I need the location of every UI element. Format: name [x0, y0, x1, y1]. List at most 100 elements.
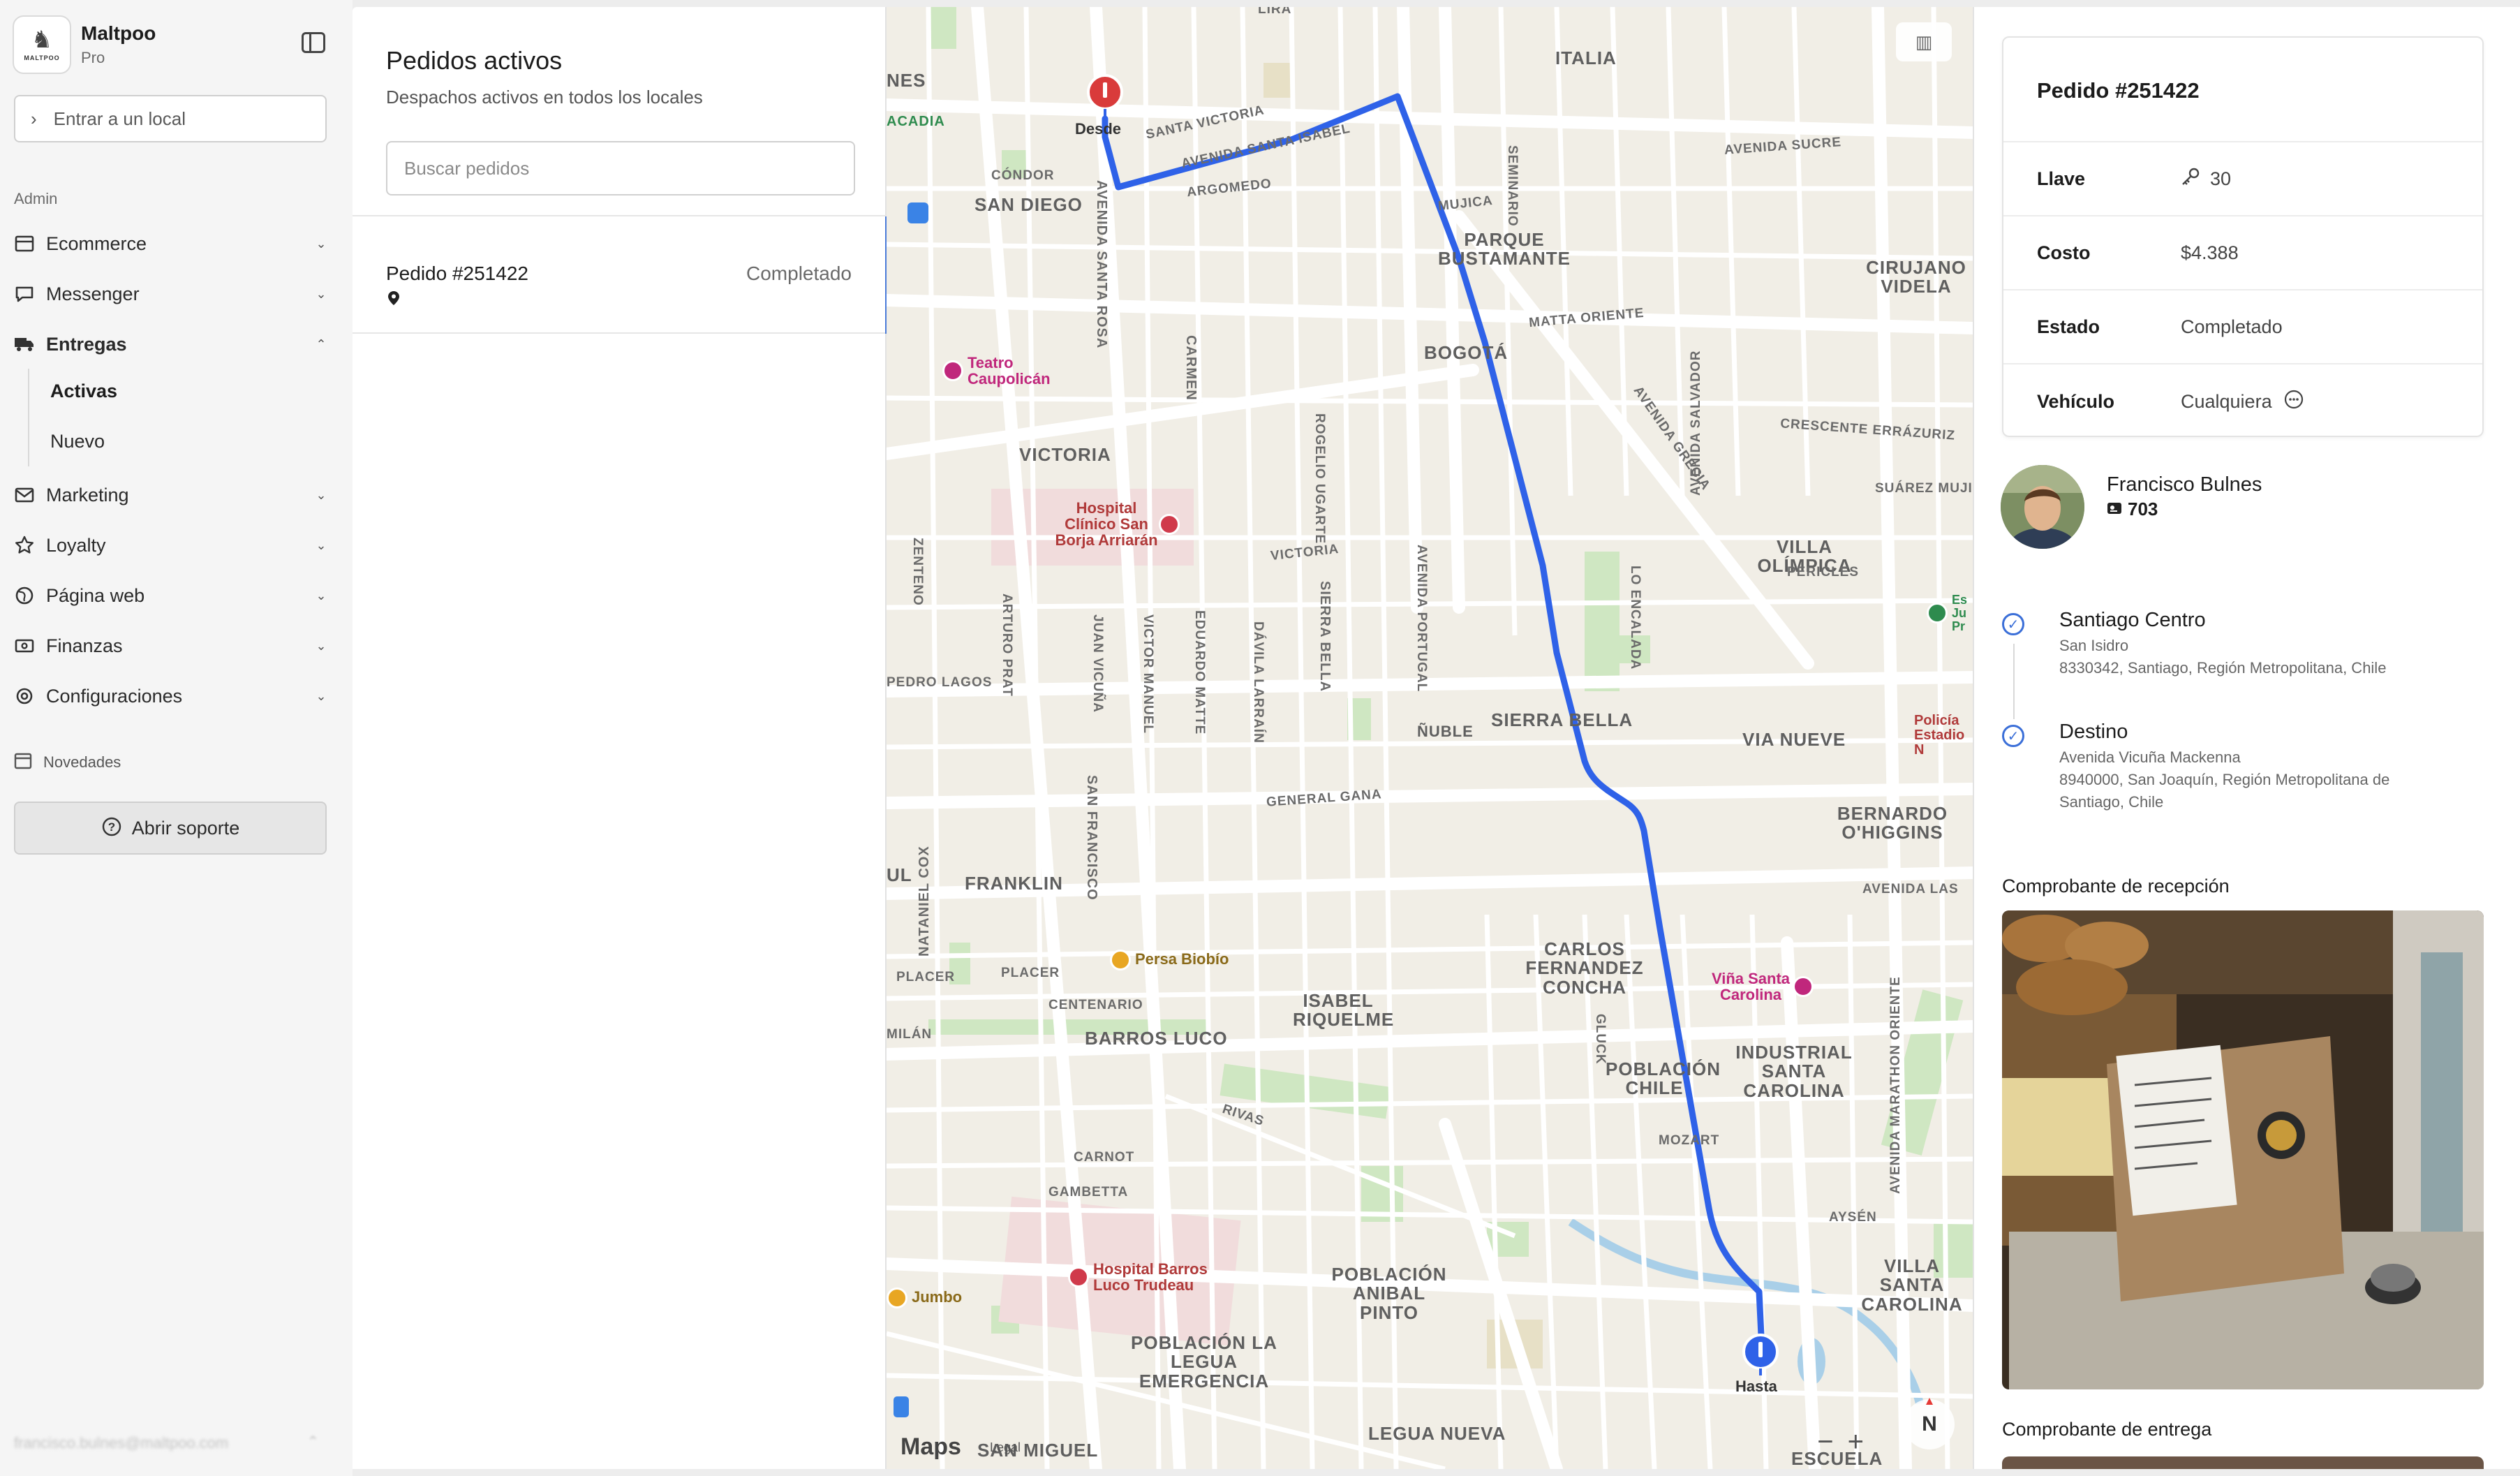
more-circle-icon[interactable]	[2283, 389, 2304, 415]
section-label-admin: Admin	[14, 190, 58, 207]
map-street-label: DÁVILA LARRAÍN	[1251, 621, 1266, 744]
delivery-proof-label: Comprobante de entrega	[2002, 1419, 2212, 1440]
sidebar-item-messenger[interactable]: Messenger ⌄	[14, 277, 328, 311]
map-district-label: VICTORIA	[1019, 444, 1111, 465]
news-link[interactable]: Novedades	[14, 751, 121, 773]
map-street-label: VICTOR MANUEL	[1141, 614, 1155, 734]
gear-icon	[14, 686, 35, 707]
id-card-icon	[2107, 499, 2122, 520]
chevron-up-icon: ⌃	[316, 337, 327, 351]
winery-icon	[1793, 976, 1814, 998]
detail-row-estado: Estado Completado	[2003, 290, 2482, 364]
chevron-down-icon: ⌄	[316, 588, 327, 603]
detail-value: Cualquiera	[2181, 390, 2272, 412]
shopping-icon	[887, 1287, 907, 1308]
order-summary-card: Pedido #251422 Llave 30 Costo $4.388 Est…	[2002, 36, 2484, 437]
org-logo[interactable]: ♞ MALTPOO	[13, 15, 71, 74]
poi-policia[interactable]: Policía Estadio N	[1914, 714, 1973, 758]
zoom-out-button[interactable]: −	[1817, 1426, 1847, 1457]
sidebar-item-ecommerce[interactable]: Ecommerce ⌄	[14, 227, 328, 260]
open-support-button[interactable]: ? Abrir soporte	[14, 802, 327, 855]
poi-persa-biobio[interactable]: Persa Biobío	[1110, 950, 1229, 971]
org-plan: Pro	[81, 49, 105, 66]
sidebar-item-pagina-web[interactable]: Página web ⌄	[14, 579, 328, 612]
zoom-controls[interactable]: −+	[1817, 1426, 1878, 1458]
map-street-label: EDUARDO MATTE	[1192, 610, 1207, 735]
route-map[interactable]: Desde Hasta ITALIA PARQUE BUSTAMANTE SAN…	[887, 7, 1973, 1469]
sidebar-item-loyalty[interactable]: Loyalty ⌄	[14, 529, 328, 562]
map-district-label: VIA NUEVE	[1742, 729, 1846, 750]
map-district-label: INDUSTRIAL SANTA CAROLINA	[1735, 1042, 1853, 1101]
storefront-icon	[14, 233, 35, 254]
page-title: Pedidos activos	[386, 46, 563, 75]
legal-link[interactable]: Legal	[990, 1440, 1021, 1455]
map-district-label: CARLOS FERNANDEZ CONCHA	[1525, 938, 1644, 998]
sidebar-subitem-nuevo[interactable]: Nuevo	[50, 431, 105, 452]
chevron-down-icon: ⌄	[316, 236, 327, 251]
detail-row-costo: Costo $4.388	[2003, 216, 2482, 290]
sidebar-item-finanzas[interactable]: Finanzas ⌄	[14, 629, 328, 663]
map-mode-button[interactable]: ▥	[1896, 22, 1952, 61]
chevron-updown-icon[interactable]: ⌃	[307, 1433, 319, 1450]
map-district-label: ÑUBLE	[1417, 723, 1474, 740]
chevron-down-icon: ⌄	[316, 538, 327, 552]
sidebar-toggle-icon[interactable]	[302, 32, 325, 53]
sidebar-subitem-activas[interactable]: Activas	[50, 381, 117, 402]
money-icon	[14, 635, 35, 656]
stop-title: Santiago Centro	[2059, 609, 2206, 631]
map-street-label: JUAN VICUÑA	[1090, 614, 1105, 713]
submenu-line	[28, 369, 29, 466]
news-label: Novedades	[43, 753, 121, 771]
search-orders-input[interactable]	[386, 141, 855, 195]
sidebar-item-marketing[interactable]: Marketing ⌄	[14, 478, 328, 512]
poi-teatro[interactable]: Teatro Caupolicán	[942, 355, 1058, 387]
map-district-label: VILLA SANTA CAROLINA	[1861, 1255, 1963, 1315]
map-street-label: SIERRA BELLA	[1317, 581, 1333, 693]
detail-row-llave: Llave 30	[2003, 142, 2482, 216]
globe-icon	[14, 585, 35, 606]
chevron-right-icon: ›	[31, 108, 37, 129]
poi-hospital-barros-luco[interactable]: Hospital Barros Luco Trudeau	[1068, 1261, 1219, 1293]
map-street-label: ZENTENO	[910, 538, 925, 606]
zoom-in-button[interactable]: +	[1848, 1426, 1878, 1457]
org-name[interactable]: Maltpoo	[81, 22, 156, 45]
poi-hospital-san-borja[interactable]: Hospital Clínico San Borja Arriarán	[1054, 500, 1184, 548]
map-street-label: PERICLES	[1787, 565, 1860, 580]
map-district-label: ITALIA	[1555, 47, 1617, 68]
order-id: Pedido #251422	[386, 263, 528, 284]
map-street-label: MILÁN	[887, 1027, 933, 1042]
user-email[interactable]: francisco.bulnes@maltpoo.com	[14, 1434, 228, 1452]
delivery-proof-photo[interactable]	[2002, 1456, 2484, 1469]
detail-key: Estado	[2037, 316, 2100, 337]
enter-local-label: Entrar a un local	[53, 108, 186, 129]
location-pin-icon	[387, 290, 400, 309]
compass-button[interactable]: N	[1904, 1398, 1955, 1449]
receipt-proof-photo[interactable]	[2002, 910, 2484, 1389]
map-district-label: BOGOTÁ	[1424, 342, 1509, 363]
poi-estadio[interactable]: Es Ju Pr	[1927, 593, 1973, 633]
detail-key: Llave	[2037, 168, 2086, 189]
hospital-icon	[1068, 1267, 1089, 1288]
envelope-icon	[14, 485, 35, 505]
chevron-down-icon: ⌄	[316, 286, 327, 301]
destination-label: Hasta	[1735, 1378, 1777, 1395]
dog-logo-icon: ♞	[31, 27, 53, 53]
order-list-item[interactable]: Pedido #251422 Completado	[353, 216, 888, 334]
star-icon	[14, 535, 35, 556]
order-detail-panel: Pedido #251422 Llave 30 Costo $4.388 Est…	[1973, 7, 2520, 1469]
detail-row-vehiculo: Vehículo Cualquiera	[2003, 364, 2482, 438]
map-district-label: LEGUA NUEVA	[1368, 1423, 1506, 1444]
check-circle-icon: ✓	[2002, 613, 2024, 635]
sidebar-item-label: Loyalty	[46, 534, 106, 556]
poi-jumbo[interactable]: Jumbo	[887, 1287, 962, 1308]
driver-name: Francisco Bulnes	[2107, 473, 2262, 496]
map-district-label: BERNARDO O'HIGGINS	[1837, 803, 1948, 843]
sidebar-item-label: Página web	[46, 584, 145, 606]
map-street-label: AYSÉN	[1829, 1210, 1877, 1225]
enter-local-button[interactable]: › Entrar a un local	[14, 95, 327, 142]
poi-vina-santa-carolina[interactable]: Viña Santa Carolina	[1709, 971, 1818, 1003]
map-street-label: GLUCK	[1593, 1014, 1608, 1065]
sidebar-item-entregas[interactable]: Entregas ⌃	[14, 327, 328, 361]
check-circle-icon: ✓	[2002, 725, 2024, 747]
sidebar-item-configuraciones[interactable]: Configuraciones ⌄	[14, 679, 328, 713]
